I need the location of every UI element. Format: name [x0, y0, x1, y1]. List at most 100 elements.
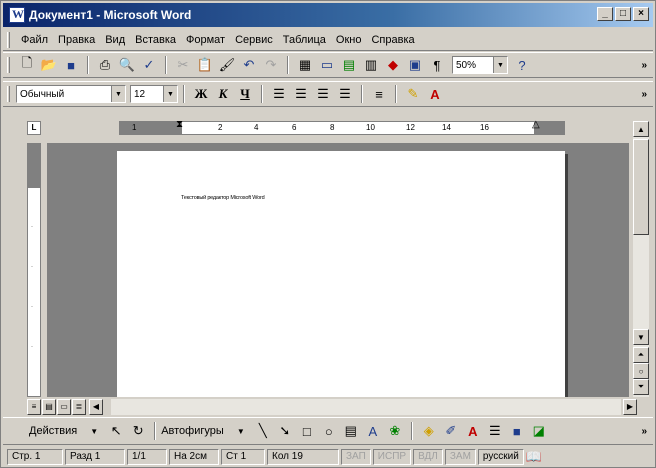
print-preview-icon[interactable]: 🔍: [117, 55, 137, 75]
status-ovr[interactable]: ЗАМ: [444, 449, 476, 465]
help-icon[interactable]: ?: [512, 55, 532, 75]
zoom-select[interactable]: 50% ▼: [452, 56, 508, 74]
status-ext[interactable]: ВДЛ: [413, 449, 443, 465]
line-color-icon[interactable]: ✐: [441, 421, 461, 441]
print-layout-view-icon[interactable]: ▭: [57, 399, 71, 415]
actions-menu[interactable]: Действия: [29, 425, 77, 437]
menu-help[interactable]: Справка: [366, 34, 419, 46]
highlight-icon[interactable]: ✎: [403, 84, 423, 104]
horizontal-scroll-track[interactable]: [111, 399, 621, 415]
new-document-icon[interactable]: 🗋: [17, 55, 37, 75]
save-icon[interactable]: ■: [61, 55, 81, 75]
toolbar-options-icon[interactable]: »: [641, 426, 647, 437]
status-language[interactable]: русский: [477, 449, 524, 465]
align-right-icon[interactable]: ☰: [313, 84, 333, 104]
arrow-icon[interactable]: ➘: [275, 421, 295, 441]
chevron-down-icon[interactable]: ▼: [111, 86, 125, 102]
vertical-scrollbar[interactable]: ▲ ▼ ⏶ ○ ⏷: [633, 121, 649, 397]
scroll-left-icon[interactable]: ◀: [89, 399, 103, 415]
chevron-down-icon[interactable]: ▼: [231, 421, 251, 441]
indent-marker-icon[interactable]: ⧗: [176, 119, 186, 137]
maximize-button[interactable]: □: [615, 7, 631, 21]
chevron-down-icon[interactable]: ▼: [84, 421, 104, 441]
web-view-icon[interactable]: ▤: [42, 399, 56, 415]
document-workspace[interactable]: Текстовый редактор Microsoft Word: [47, 143, 629, 397]
chevron-down-icon[interactable]: ▼: [163, 86, 177, 102]
next-page-icon[interactable]: ⏷: [633, 379, 649, 395]
toolbar-grip[interactable]: [7, 57, 10, 73]
menu-grip[interactable]: [7, 31, 10, 48]
style-select[interactable]: Обычный ▼: [16, 85, 126, 103]
numbering-icon[interactable]: ≡: [369, 84, 389, 104]
right-indent-marker-icon[interactable]: △: [532, 119, 542, 137]
free-rotate-icon[interactable]: ↻: [128, 421, 148, 441]
horizontal-ruler[interactable]: ⧗ 1 2 4 6 8 10 12 14 16 △: [119, 119, 565, 137]
rectangle-icon[interactable]: □: [297, 421, 317, 441]
select-objects-icon[interactable]: ↖: [106, 421, 126, 441]
menu-edit[interactable]: Правка: [53, 34, 100, 46]
minimize-button[interactable]: _: [597, 7, 613, 21]
tables-borders-icon[interactable]: ▦: [295, 55, 315, 75]
menu-file[interactable]: Файл: [16, 34, 53, 46]
document-map-icon[interactable]: ▣: [405, 55, 425, 75]
redo-icon[interactable]: ↷: [261, 55, 281, 75]
title-bar[interactable]: Документ1 - Microsoft Word _ □ ×: [3, 3, 653, 27]
scroll-thumb[interactable]: [633, 139, 649, 235]
font-color-icon[interactable]: A: [425, 84, 445, 104]
underline-button[interactable]: Ч: [235, 84, 255, 104]
line-style-icon[interactable]: ☰: [485, 421, 505, 441]
insert-excel-icon[interactable]: ▤: [339, 55, 359, 75]
line-icon[interactable]: ╲: [253, 421, 273, 441]
toolbar-options-icon[interactable]: »: [641, 89, 647, 100]
spelling-status-icon[interactable]: 📖: [526, 447, 542, 467]
outline-view-icon[interactable]: ≣: [72, 399, 86, 415]
paste-icon[interactable]: 📋: [195, 55, 215, 75]
oval-icon[interactable]: ○: [319, 421, 339, 441]
spelling-icon[interactable]: ✓: [139, 55, 159, 75]
show-hide-paragraph-icon[interactable]: ¶: [427, 55, 447, 75]
status-trk[interactable]: ИСПР: [372, 449, 412, 465]
scroll-right-icon[interactable]: ▶: [623, 399, 637, 415]
align-left-icon[interactable]: ☰: [269, 84, 289, 104]
menu-format[interactable]: Формат: [181, 34, 230, 46]
font-color-icon[interactable]: A: [463, 421, 483, 441]
undo-icon[interactable]: ↶: [239, 55, 259, 75]
font-size-select[interactable]: 12 ▼: [130, 85, 178, 103]
close-button[interactable]: ×: [633, 7, 649, 21]
italic-button[interactable]: К: [213, 84, 233, 104]
document-text[interactable]: Текстовый редактор Microsoft Word: [181, 195, 265, 201]
columns-icon[interactable]: ▥: [361, 55, 381, 75]
normal-view-icon[interactable]: ≡: [27, 399, 41, 415]
toolbar-grip[interactable]: [7, 86, 10, 102]
fill-color-icon[interactable]: ◈: [419, 421, 439, 441]
menu-view[interactable]: Вид: [100, 34, 130, 46]
align-center-icon[interactable]: ☰: [291, 84, 311, 104]
select-browse-object-icon[interactable]: ○: [633, 363, 649, 379]
previous-page-icon[interactable]: ⏶: [633, 347, 649, 363]
clipart-icon[interactable]: ❀: [385, 421, 405, 441]
menu-tools[interactable]: Сервис: [230, 34, 278, 46]
justify-icon[interactable]: ☰: [335, 84, 355, 104]
shadow-icon[interactable]: ■: [507, 421, 527, 441]
toolbar-options-icon[interactable]: »: [641, 60, 647, 71]
chevron-down-icon[interactable]: ▼: [493, 57, 507, 73]
scroll-down-icon[interactable]: ▼: [633, 329, 649, 345]
open-folder-icon[interactable]: 📂: [39, 55, 59, 75]
word-app-icon[interactable]: [9, 7, 25, 23]
autoshapes-menu[interactable]: Автофигуры: [161, 425, 224, 437]
3d-icon[interactable]: ◪: [529, 421, 549, 441]
drawing-icon[interactable]: ◆: [383, 55, 403, 75]
menu-insert[interactable]: Вставка: [130, 34, 181, 46]
cut-icon[interactable]: ✂: [173, 55, 193, 75]
menu-table[interactable]: Таблица: [278, 34, 331, 46]
wordart-icon[interactable]: A: [363, 421, 383, 441]
tab-selector-icon[interactable]: L: [27, 121, 41, 135]
insert-table-icon[interactable]: ▭: [317, 55, 337, 75]
status-rec[interactable]: ЗАП: [341, 449, 371, 465]
menu-window[interactable]: Окно: [331, 34, 367, 46]
print-icon[interactable]: ⎙: [95, 55, 115, 75]
vertical-ruler[interactable]: · · · ·: [27, 143, 41, 397]
scroll-up-icon[interactable]: ▲: [633, 121, 649, 137]
text-box-icon[interactable]: ▤: [341, 421, 361, 441]
document-page[interactable]: Текстовый редактор Microsoft Word: [117, 151, 565, 397]
